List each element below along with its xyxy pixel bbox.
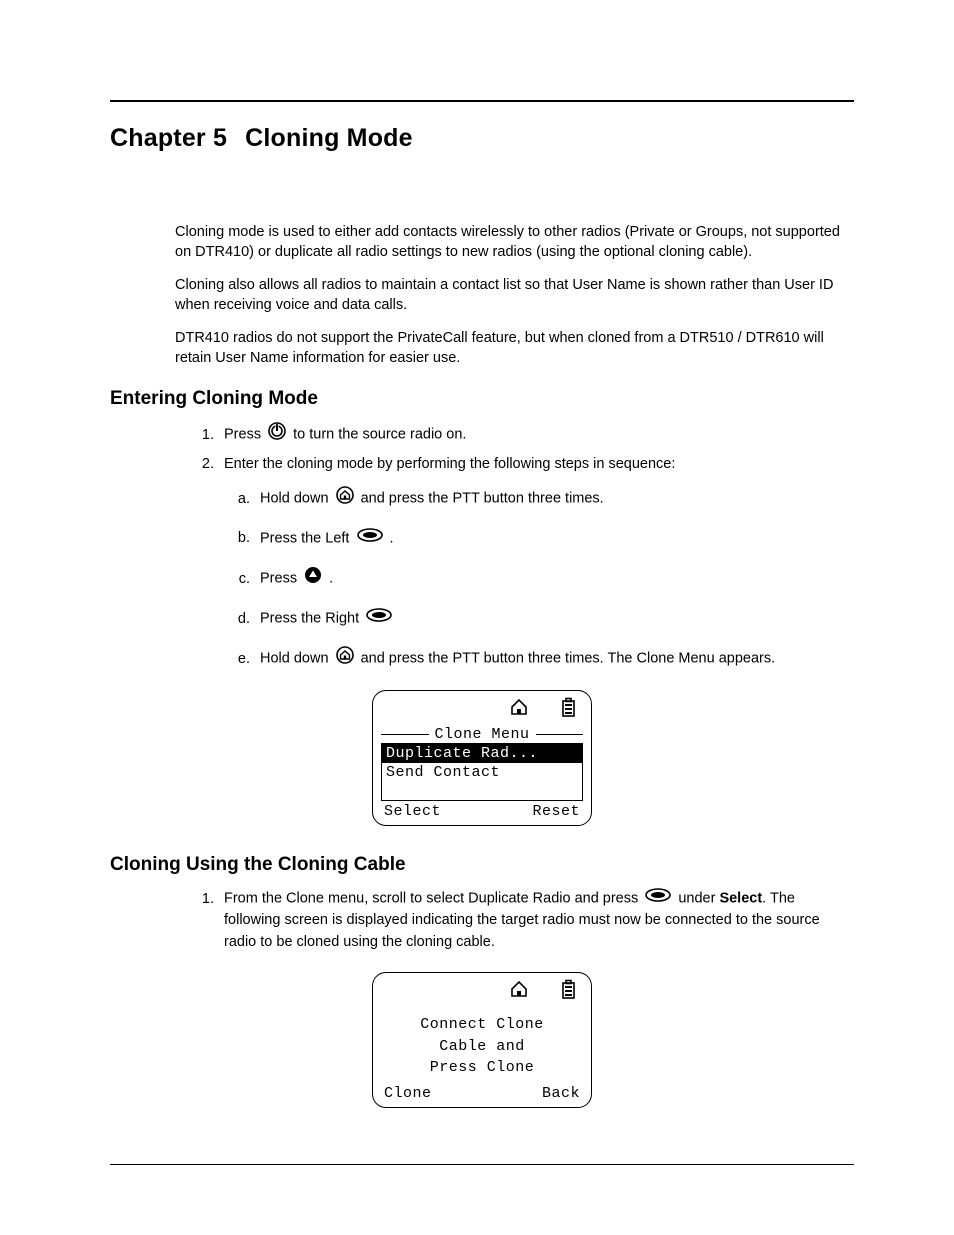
intro-p3: DTR410 radios do not support the Private…	[175, 329, 854, 368]
cable-steps: From the Clone menu, scroll to select Du…	[110, 888, 854, 954]
substeps: Hold down and press the PTT button three…	[224, 486, 854, 672]
lcd-battery-icon	[559, 697, 578, 722]
step-1: Press to turn the source radio on.	[218, 422, 854, 448]
menu-item-blank	[382, 782, 582, 800]
lcd-softkeys-2: Clone Back	[378, 1083, 586, 1102]
softkey-clone: Clone	[384, 1085, 432, 1102]
lcd-title-row: Clone Menu	[381, 726, 583, 743]
lcd-msg-line3: Press Clone	[380, 1057, 584, 1079]
select-bold: Select	[719, 891, 762, 907]
lcd-home-icon	[509, 979, 529, 1004]
home-icon	[336, 486, 354, 512]
step-2: Enter the cloning mode by performing the…	[218, 454, 854, 672]
power-icon	[268, 422, 286, 448]
softkey-icon	[645, 888, 671, 910]
intro-p2: Cloning also allows all radios to mainta…	[175, 276, 854, 315]
lcd-softkeys: Select Reset	[378, 801, 586, 820]
intro-block: Cloning mode is used to either add conta…	[110, 223, 854, 368]
connect-cable-screen-wrap: Connect Clone Cable and Press Clone Clon…	[110, 972, 854, 1108]
home-icon	[336, 646, 354, 672]
lcd-msg-line1: Connect Clone	[380, 1014, 584, 1036]
entering-steps: Press to turn the source radio on. Enter…	[110, 422, 854, 672]
cable-step-1: From the Clone menu, scroll to select Du…	[218, 888, 854, 954]
chapter-number: Chapter 5	[110, 124, 227, 152]
top-rule	[110, 100, 854, 102]
lcd-battery-icon	[559, 979, 578, 1004]
lcd-message: Connect Clone Cable and Press Clone	[378, 1006, 586, 1083]
menu-item-duplicate-radio: Duplicate Rad...	[382, 744, 582, 763]
clone-menu-screen: Clone Menu Duplicate Rad... Send Contact…	[372, 690, 592, 826]
bottom-rule	[110, 1164, 854, 1165]
up-icon	[304, 566, 322, 592]
intro-p1: Cloning mode is used to either add conta…	[175, 223, 854, 262]
substep-d: Press the Right	[254, 608, 854, 630]
softkey-select: Select	[384, 803, 441, 820]
lcd-home-icon	[509, 697, 529, 722]
chapter-heading: Chapter 5 Cloning Mode	[110, 124, 854, 153]
chapter-title: Cloning Mode	[245, 124, 413, 152]
softkey-icon	[366, 608, 392, 630]
substep-e: Hold down and press the PTT button three…	[254, 646, 854, 672]
substep-a: Hold down and press the PTT button three…	[254, 486, 854, 512]
lcd-msg-line2: Cable and	[380, 1036, 584, 1058]
substep-b: Press the Left .	[254, 528, 854, 550]
softkey-reset: Reset	[532, 803, 580, 820]
menu-item-send-contact: Send Contact	[382, 763, 582, 782]
connect-cable-screen: Connect Clone Cable and Press Clone Clon…	[372, 972, 592, 1108]
lcd-menu-box: Duplicate Rad... Send Contact	[381, 743, 583, 801]
section-entering-heading: Entering Cloning Mode	[110, 388, 854, 410]
lcd-status-bar	[378, 697, 586, 724]
softkey-icon	[357, 528, 383, 550]
section-cable-heading: Cloning Using the Cloning Cable	[110, 854, 854, 876]
lcd-status-bar-2	[378, 979, 586, 1006]
softkey-back: Back	[542, 1085, 580, 1102]
clone-menu-screen-wrap: Clone Menu Duplicate Rad... Send Contact…	[110, 690, 854, 826]
substep-c: Press .	[254, 566, 854, 592]
lcd-title: Clone Menu	[429, 726, 536, 743]
